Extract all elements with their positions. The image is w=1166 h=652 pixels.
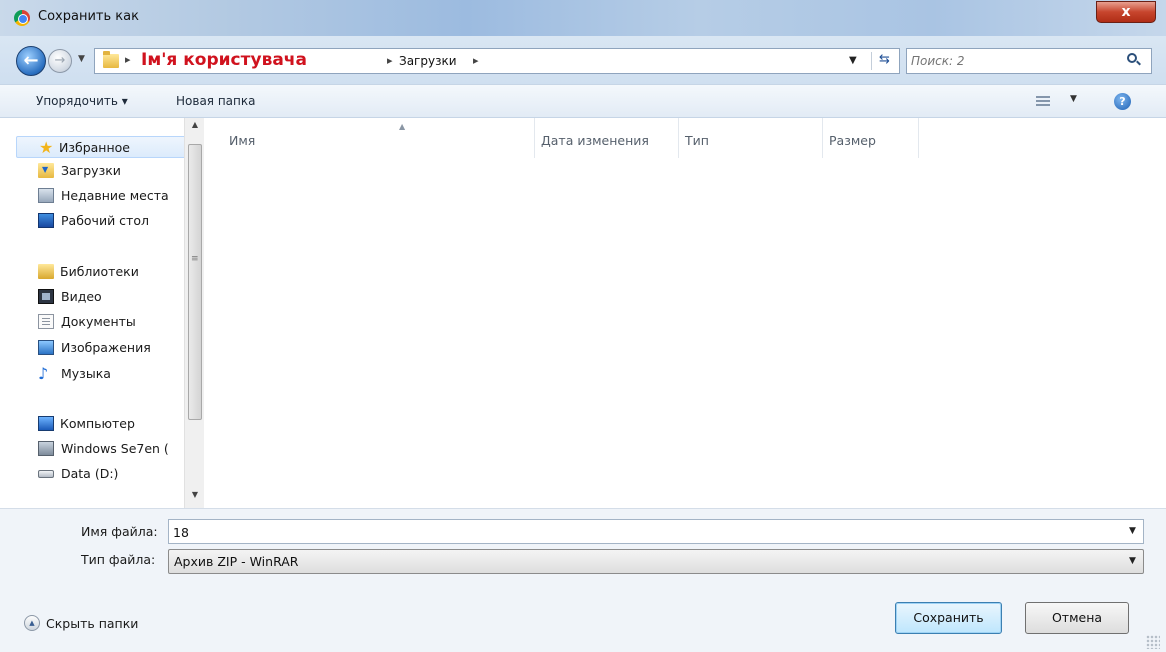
sidebar-item-label: Изображения: [61, 340, 151, 355]
cancel-button[interactable]: Отмена: [1025, 602, 1129, 634]
chrome-icon: [14, 10, 30, 26]
save-button[interactable]: Сохранить: [895, 602, 1002, 634]
new-folder-button[interactable]: Новая папка: [176, 94, 255, 108]
sidebar-item-data-drive[interactable]: Data (D:): [14, 463, 184, 485]
folder-icon: [103, 51, 119, 68]
sidebar-item-label: Документы: [61, 314, 136, 329]
filetype-value: Архив ZIP - WinRAR: [174, 554, 299, 569]
recent-pages-dropdown[interactable]: ▼: [78, 54, 88, 66]
sidebar-item-favorites[interactable]: ★ Избранное: [16, 136, 186, 158]
save-form: Имя файла: ▼ Тип файла: Архив ZIP - WinR…: [0, 508, 1166, 652]
video-icon: [38, 289, 54, 304]
back-button[interactable]: ←: [16, 46, 46, 76]
sidebar-item-label: Музыка: [61, 366, 111, 381]
hide-folders-label: Скрыть папки: [46, 616, 139, 631]
sidebar-item-recent-places[interactable]: Недавние места: [14, 185, 184, 207]
star-icon: ★: [39, 138, 54, 157]
sidebar-item-label: Рабочий стол: [61, 213, 149, 228]
desktop-icon: [38, 213, 54, 228]
file-list[interactable]: Имя ▲ Дата изменения Тип Размер: [205, 118, 1153, 508]
address-bar[interactable]: ▸ Ім'я користувача ▸ Загрузки ▸ ▼ ⇆: [94, 48, 900, 74]
sidebar-item-label: Windows Se7en (: [61, 441, 169, 456]
navigation-scrollbar[interactable]: ▲ ≡ ▼: [184, 118, 204, 508]
sidebar-item-music[interactable]: ♪ Музыка: [14, 363, 184, 385]
scroll-down-icon[interactable]: ▼: [185, 490, 205, 506]
scroll-up-icon[interactable]: ▲: [185, 120, 205, 136]
sidebar-item-windows-drive[interactable]: Windows Se7en (: [14, 438, 184, 460]
search-input[interactable]: [911, 52, 1121, 70]
libraries-icon: [38, 264, 54, 279]
views-dropdown-icon[interactable]: ▼: [1070, 94, 1077, 104]
toolbar: Упорядочить ▾ Новая папка ▼ ?: [0, 84, 1166, 118]
scrollbar-thumb[interactable]: [188, 144, 202, 420]
refresh-icon[interactable]: ⇆: [871, 52, 897, 70]
column-header-date-modified[interactable]: Дата изменения: [535, 118, 679, 158]
column-header-label: Размер: [829, 133, 876, 148]
filename-dropdown-icon[interactable]: ▼: [1129, 526, 1136, 536]
views-icon[interactable]: [1036, 96, 1050, 108]
breadcrumb-downloads[interactable]: Загрузки: [399, 54, 457, 68]
sidebar-item-video[interactable]: Видео: [14, 286, 184, 308]
forward-button[interactable]: →: [48, 49, 72, 73]
sidebar-item-label: Компьютер: [60, 416, 135, 431]
sidebar-item-documents[interactable]: Документы: [14, 311, 184, 333]
close-button[interactable]: x: [1096, 1, 1156, 23]
column-header-label: Имя: [229, 133, 256, 148]
sort-ascending-icon: ▲: [399, 122, 406, 131]
scroll-grip-icon: ≡: [191, 254, 199, 264]
sidebar-item-label: Загрузки: [61, 163, 121, 178]
breadcrumb-separator[interactable]: ▸: [473, 54, 479, 67]
sidebar-item-desktop[interactable]: Рабочий стол: [14, 210, 184, 232]
filename-label: Имя файла:: [81, 524, 158, 539]
sidebar-item-label: Недавние места: [61, 188, 169, 203]
filetype-dropdown-icon[interactable]: ▼: [1129, 556, 1136, 566]
column-header-label: Дата изменения: [541, 133, 649, 148]
sidebar-item-label: Видео: [61, 289, 102, 304]
computer-icon: [38, 416, 54, 431]
sidebar-item-libraries[interactable]: Библиотеки: [14, 261, 184, 283]
breadcrumb-user[interactable]: Ім'я користувача: [141, 50, 307, 70]
column-header-name[interactable]: Имя ▲: [223, 118, 535, 158]
music-icon: ♪: [38, 364, 49, 383]
sidebar-item-label: Библиотеки: [60, 264, 139, 279]
address-row: ← → ▼ ▸ Ім'я користувача ▸ Загрузки ▸ ▼ …: [0, 36, 1166, 84]
downloads-icon: [38, 163, 54, 178]
recent-places-icon: [38, 188, 54, 203]
help-icon[interactable]: ?: [1114, 93, 1131, 110]
search-box[interactable]: [906, 48, 1152, 74]
search-icon[interactable]: [1127, 53, 1141, 67]
breadcrumb-separator[interactable]: ▸: [125, 53, 131, 66]
filetype-select[interactable]: Архив ZIP - WinRAR ▼: [168, 549, 1144, 574]
documents-icon: [38, 314, 54, 329]
sidebar-item-label: Data (D:): [61, 466, 119, 481]
sidebar-item-images[interactable]: Изображения: [14, 337, 184, 359]
filename-combobox[interactable]: ▼: [168, 519, 1144, 544]
title-bar: Сохранить как x: [0, 0, 1166, 36]
window-title: Сохранить как: [38, 9, 139, 24]
address-dropdown-icon[interactable]: ▼: [849, 55, 857, 66]
filetype-label: Тип файла:: [81, 552, 156, 567]
drive-icon: [38, 470, 54, 478]
organize-button[interactable]: Упорядочить ▾: [36, 94, 128, 108]
breadcrumb-separator[interactable]: ▸: [387, 54, 393, 67]
sidebar-item-label: Избранное: [59, 140, 130, 155]
images-icon: [38, 340, 54, 355]
column-header-size[interactable]: Размер: [823, 118, 919, 158]
windows-drive-icon: [38, 441, 54, 456]
navigation-pane: ★ Избранное Загрузки Недавние места Рабо…: [14, 118, 204, 508]
resize-grip-icon[interactable]: [1146, 635, 1160, 649]
column-header-type[interactable]: Тип: [679, 118, 823, 158]
sidebar-item-computer[interactable]: Компьютер: [14, 413, 184, 435]
chevron-up-icon: ▲: [24, 615, 40, 631]
filename-input[interactable]: [173, 523, 1113, 541]
sidebar-item-downloads[interactable]: Загрузки: [14, 160, 184, 182]
column-header-label: Тип: [685, 133, 709, 148]
